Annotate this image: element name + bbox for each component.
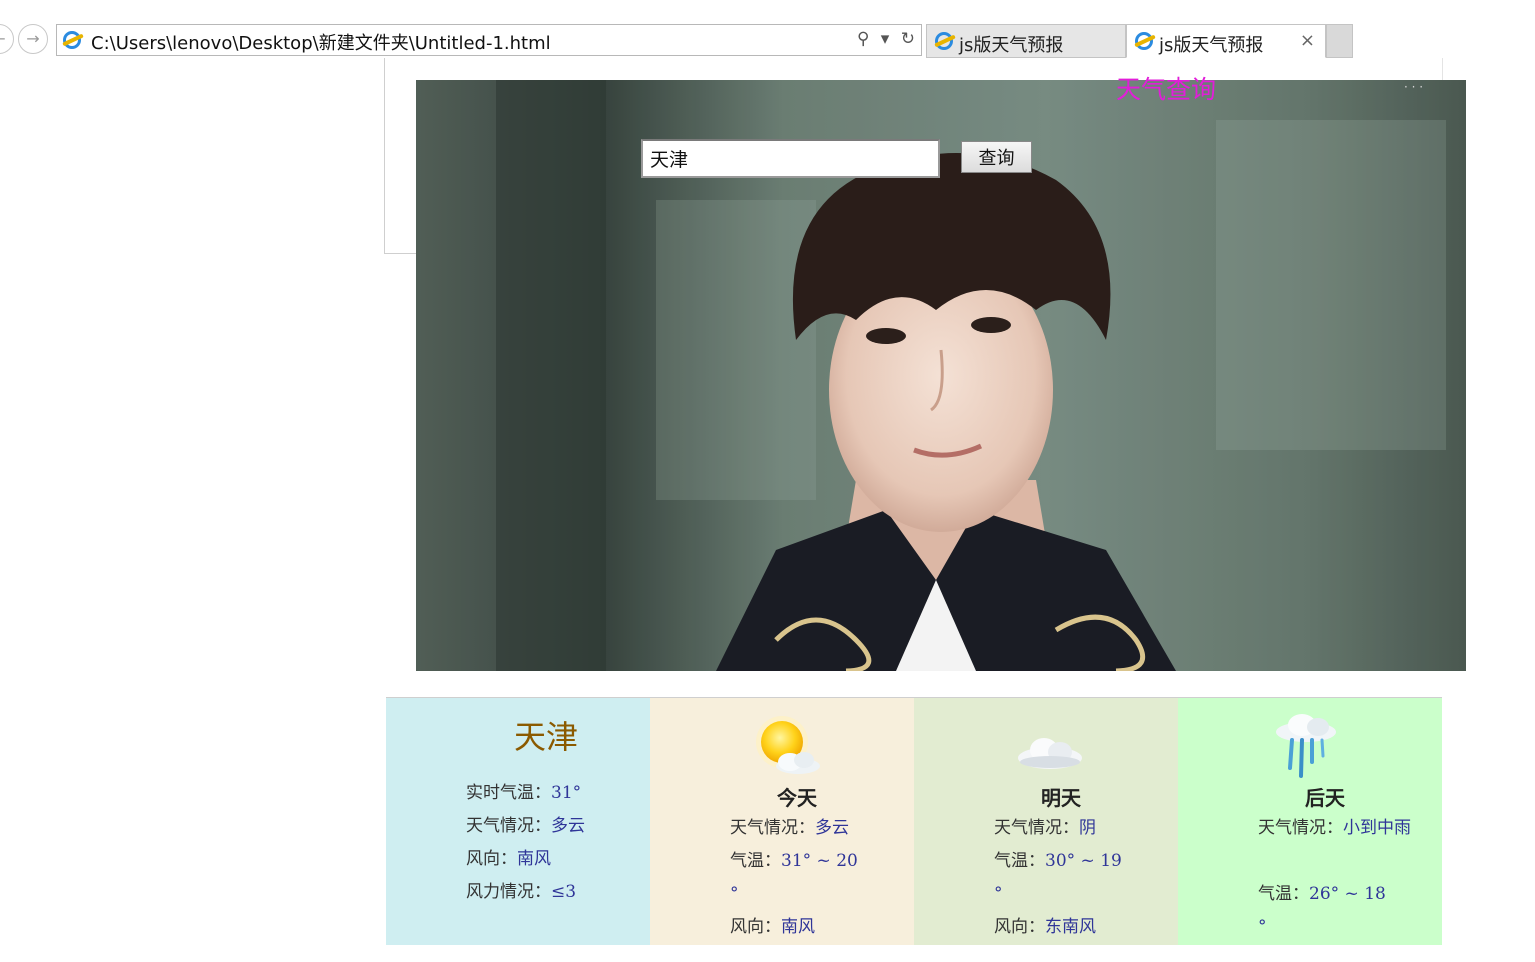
back-button[interactable]: ← (0, 24, 14, 54)
label: 气温： (994, 851, 1045, 871)
value: 阴 (1079, 818, 1096, 838)
value: 多云 (815, 818, 849, 838)
temp-high: 30° (1045, 851, 1076, 871)
refresh-icon[interactable]: ↻ (901, 29, 915, 49)
forecast-condition: 天气情况：小到中雨 (1258, 812, 1438, 845)
city-name: 天津 (514, 718, 579, 756)
tab-label: js版天气预报 (959, 35, 1064, 56)
label: 风向： (466, 849, 517, 869)
ie-page-icon (63, 31, 81, 49)
search-icon[interactable]: ⚲ (857, 29, 869, 49)
forecast-condition: 天气情况：阴 (994, 812, 1174, 845)
tilde: ~ (816, 851, 831, 871)
forecast-temp: 气温：26° ~ 18 ° (1258, 878, 1438, 944)
hero-photo (416, 80, 1466, 671)
value: 南风 (781, 917, 815, 937)
page-title: 天气查询 (1116, 75, 1217, 104)
forward-button[interactable]: → (18, 24, 48, 54)
value: 小到中雨 (1343, 818, 1411, 838)
label: 天气情况： (1258, 818, 1343, 838)
day-label: 明天 (1041, 786, 1081, 810)
address-actions: ⚲ ▾ ↻ (851, 29, 915, 49)
forecast-wind: 风向：南风 (730, 911, 910, 944)
day-label: 后天 (1305, 786, 1345, 810)
rain-cloud-icon (1276, 714, 1336, 778)
value: 南风 (517, 849, 551, 869)
weather-cards: 天津 实时气温：31° 天气情况：多云 风向：南风 风力情况：≤3 今天 天气情… (386, 697, 1442, 945)
label: 天气情况： (730, 818, 815, 838)
value: 多云 (551, 816, 585, 836)
current-weather-card: 天津 实时气温：31° 天气情况：多云 风向：南风 风力情况：≤3 (386, 698, 650, 945)
address-text: C:\Users\lenovo\Desktop\新建文件夹\Untitled-1… (91, 33, 551, 54)
temp-low: 19 (1100, 851, 1122, 871)
value: 31° (551, 783, 582, 803)
ie-tab-icon (935, 32, 953, 50)
label: 天气情况： (994, 818, 1079, 838)
query-button[interactable]: 查询 (961, 141, 1032, 173)
watermark: · · · (1404, 80, 1424, 94)
ie-tab-icon (1135, 32, 1153, 50)
label: 气温： (730, 851, 781, 871)
label: 风向： (994, 917, 1045, 937)
temp-low: 20 (836, 851, 858, 871)
forecast-wind: 风向：东南风 (994, 911, 1174, 944)
new-tab-button[interactable] (1326, 24, 1353, 58)
temp-low: 18 (1364, 884, 1386, 904)
weather-condition: 天气情况：多云 (466, 811, 585, 836)
sunny-cloud-icon (756, 716, 820, 774)
label: 风力情况： (466, 882, 551, 902)
address-bar[interactable]: C:\Users\lenovo\Desktop\新建文件夹\Untitled-1… (56, 24, 922, 56)
day-label: 今天 (777, 786, 817, 810)
degree: ° (1258, 917, 1267, 937)
cloud-icon (1018, 738, 1082, 769)
wind-direction: 风向：南风 (466, 844, 551, 869)
forecast-temp: 气温：31° ~ 20 ° (730, 845, 910, 911)
label: 实时气温： (466, 783, 551, 803)
forecast-temp: 气温：30° ~ 19 ° (994, 845, 1174, 911)
temp-high: 26° (1309, 884, 1340, 904)
forecast-card-today: 今天 天气情况：多云 气温：31° ~ 20 ° 风向：南风 (650, 698, 914, 945)
dropdown-icon[interactable]: ▾ (881, 29, 890, 49)
tilde: ~ (1344, 884, 1359, 904)
forecast-card-tomorrow: 明天 天气情况：阴 气温：30° ~ 19 ° 风向：东南风 (914, 698, 1178, 945)
value: ≤3 (551, 882, 577, 902)
label: 风向： (730, 917, 781, 937)
forecast-card-day-after: 后天 天气情况：小到中雨 气温：26° ~ 18 ° (1178, 698, 1442, 945)
tab-label: js版天气预报 (1159, 35, 1264, 56)
close-icon[interactable]: × (1300, 30, 1315, 51)
browser-chrome: ← → C:\Users\lenovo\Desktop\新建文件夹\Untitl… (0, 0, 1535, 60)
label: 气温： (1258, 884, 1309, 904)
degree: ° (730, 884, 739, 904)
wind-force: 风力情况：≤3 (466, 877, 576, 902)
tab-weather-1[interactable]: js版天气预报 (926, 24, 1126, 58)
label: 天气情况： (466, 816, 551, 836)
realtime-temp: 实时气温：31° (466, 778, 581, 803)
forecast-condition: 天气情况：多云 (730, 812, 910, 845)
degree: ° (994, 884, 1003, 904)
tab-weather-2[interactable]: js版天气预报 × (1126, 24, 1326, 58)
value: 东南风 (1045, 917, 1096, 937)
city-search-input[interactable] (641, 139, 940, 178)
temp-high: 31° (781, 851, 812, 871)
tilde: ~ (1080, 851, 1095, 871)
